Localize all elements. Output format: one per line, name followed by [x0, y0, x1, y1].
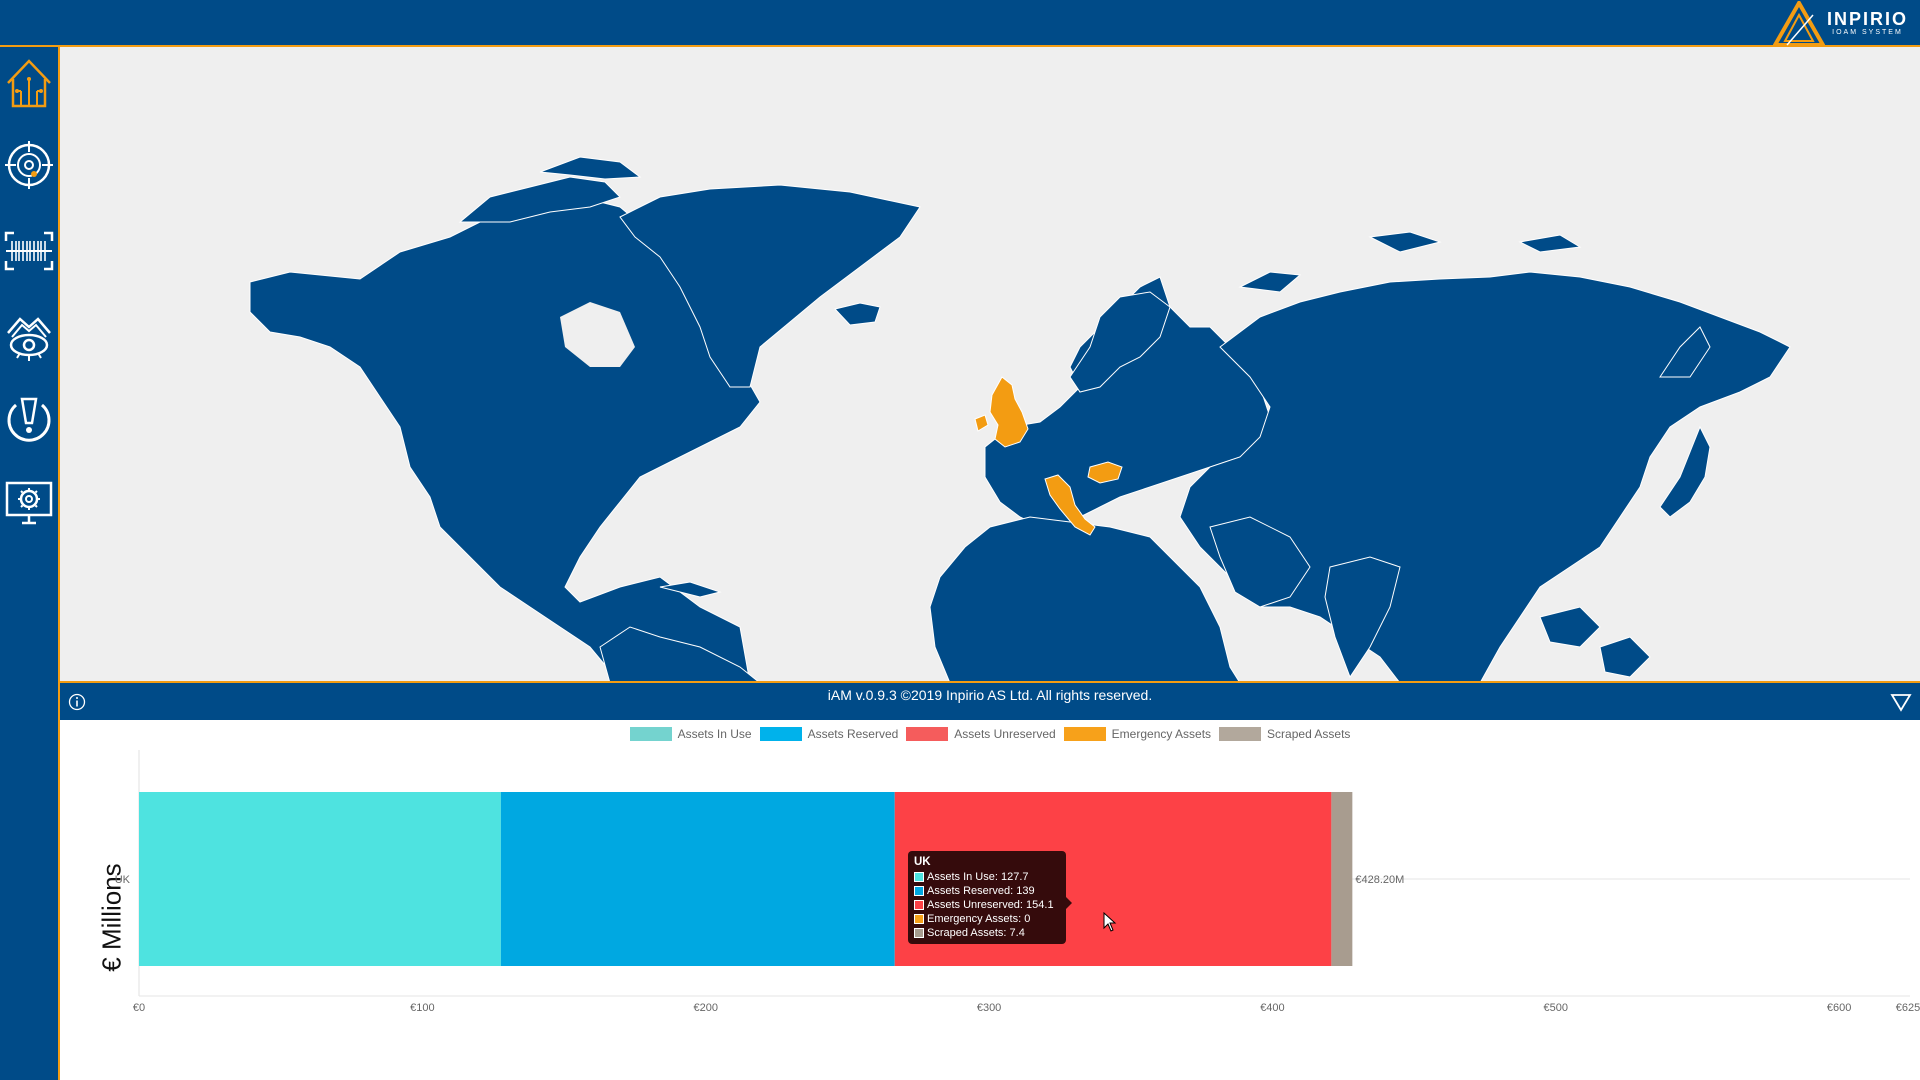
sidebar-item-target[interactable]	[3, 137, 55, 193]
world-map[interactable]	[60, 47, 1920, 683]
eye-gear-icon	[7, 317, 51, 361]
bar-segment[interactable]	[139, 792, 501, 966]
sidebar-item-home[interactable]	[3, 55, 55, 111]
category-label: UK	[115, 874, 131, 886]
x-tick-label: €200	[693, 1002, 717, 1014]
tooltip-row-text: Scraped Assets: 7.4	[927, 927, 1025, 939]
map-japan	[1659, 425, 1711, 518]
inpirio-logo: INPIRIO IOAM SYSTEM	[1772, 0, 1908, 47]
logo-subtitle: IOAM SYSTEM	[1832, 29, 1903, 36]
total-label: €428.20M	[1355, 874, 1404, 886]
x-tick-label: €500	[1544, 1002, 1568, 1014]
top-bar: INPIRIO IOAM SYSTEM	[0, 0, 1920, 47]
map-country-uk-ireland-ni	[974, 414, 989, 432]
x-tick-label: €400	[1260, 1002, 1284, 1014]
sidebar-item-barcode[interactable]	[3, 223, 55, 279]
x-tick-label: €100	[410, 1002, 434, 1014]
tooltip-row: Assets Unreserved: 154.1	[914, 898, 1060, 912]
map-africa	[929, 516, 1240, 681]
tooltip-swatch	[914, 900, 924, 910]
sidebar	[0, 47, 60, 1080]
target-icon	[5, 141, 53, 189]
home-icon	[7, 59, 51, 108]
x-tick-label: €600	[1827, 1002, 1851, 1014]
bar-segment[interactable]	[1331, 792, 1353, 966]
mouse-cursor-icon	[1103, 912, 1117, 932]
tooltip-row: Assets Reserved: 139	[914, 884, 1060, 898]
tooltip-row: Scraped Assets: 7.4	[914, 926, 1060, 940]
tooltip-row: Emergency Assets: 0	[914, 912, 1060, 926]
barcode-scan-icon	[4, 231, 54, 271]
sidebar-item-alerts[interactable]	[3, 393, 55, 449]
alert-icon	[7, 397, 51, 442]
tooltip-row-text: Assets In Use: 127.7	[927, 871, 1029, 883]
map-country-uk	[989, 376, 1029, 448]
tooltip-row-text: Emergency Assets: 0	[927, 913, 1031, 925]
triangle-down-icon[interactable]	[1890, 692, 1912, 712]
chart-tooltip: UK Assets In Use: 127.7 Assets Reserved: …	[908, 851, 1072, 944]
tooltip-swatch	[914, 886, 924, 896]
footer-bar: iAM v.0.9.3 ©2019 Inpirio AS Ltd. All ri…	[60, 683, 1920, 720]
tooltip-swatch	[914, 928, 924, 938]
logo-triangle-icon	[1772, 0, 1825, 47]
world-map-svg	[249, 156, 1791, 681]
tooltip-row: Assets In Use: 127.7	[914, 870, 1060, 884]
x-tick-label: €0	[133, 1002, 145, 1014]
tooltip-swatch	[914, 872, 924, 882]
tooltip-row-text: Assets Unreserved: 154.1	[927, 899, 1054, 911]
bar-segment[interactable]	[500, 792, 895, 966]
sidebar-item-system-settings[interactable]	[3, 475, 55, 531]
tooltip-swatch	[914, 914, 924, 924]
x-tick-label: €300	[977, 1002, 1001, 1014]
logo-name: INPIRIO	[1826, 9, 1908, 29]
sidebar-item-eye-settings[interactable]	[3, 309, 55, 365]
x-tick-label: €625	[1896, 1002, 1920, 1014]
tooltip-row-text: Assets Reserved: 139	[927, 885, 1035, 897]
assets-chart: Assets In Use Assets Reserved Assets Unres…	[60, 720, 1920, 1080]
monitor-settings-icon	[5, 481, 53, 525]
copyright-text: iAM v.0.9.3 ©2019 Inpirio AS Ltd. All ri…	[827, 687, 1153, 703]
tooltip-title: UK	[914, 856, 931, 868]
